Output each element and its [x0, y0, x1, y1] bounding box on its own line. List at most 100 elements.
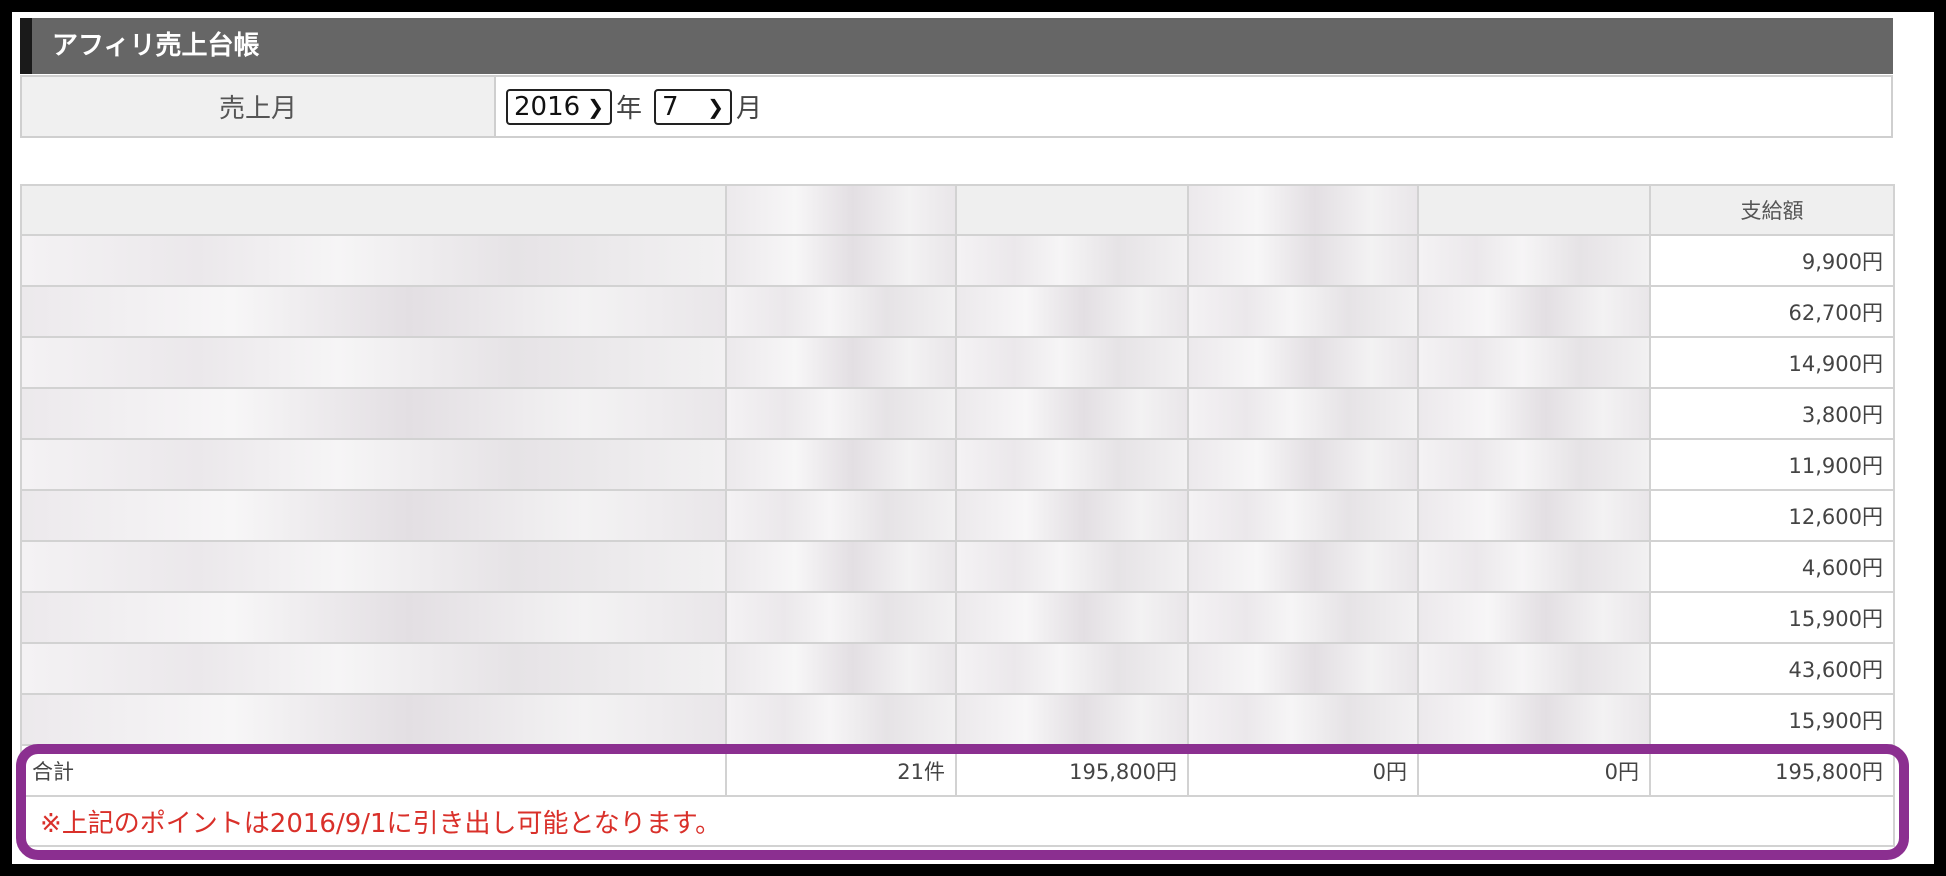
table-header-payment-amount: 支給額 — [1649, 184, 1895, 236]
payment-amount-cell: 12,600円 — [1649, 489, 1895, 542]
chevron-down-icon: ❯ — [587, 94, 604, 119]
table-header-redacted — [1417, 184, 1651, 236]
redacted-cell — [1187, 540, 1419, 593]
redacted-cell — [20, 642, 727, 695]
redacted-cell — [20, 285, 727, 338]
redacted-cell — [955, 540, 1189, 593]
redacted-cell — [1187, 642, 1419, 695]
redacted-cell — [955, 642, 1189, 695]
redacted-cell — [20, 693, 727, 746]
redacted-cell — [725, 540, 957, 593]
payment-amount-cell: 9,900円 — [1649, 234, 1895, 287]
redacted-cell — [1417, 489, 1651, 542]
month-selector-row: 売上月 2016 ❯ 年 7 ❯ 月 — [20, 75, 1893, 138]
month-unit: 月 — [736, 94, 763, 124]
redacted-cell — [1417, 693, 1651, 746]
redacted-cell — [1417, 438, 1651, 491]
redacted-cell — [20, 234, 727, 287]
redacted-cell — [20, 438, 727, 491]
withdrawal-note: ※上記のポイントは2016/9/1に引き出し可能となります。 — [20, 795, 1895, 847]
redacted-cell — [1187, 336, 1419, 389]
redacted-cell — [20, 387, 727, 440]
note-row: ※上記のポイントは2016/9/1に引き出し可能となります。 — [20, 795, 1895, 847]
payment-amount-cell: 43,600円 — [1649, 642, 1895, 695]
table-header-redacted — [955, 184, 1189, 236]
table-header-redacted — [1187, 184, 1419, 236]
month-select[interactable]: 7 ❯ — [654, 88, 733, 125]
total-count: 21件 — [725, 744, 957, 797]
redacted-cell — [955, 693, 1189, 746]
table-row: 3,800円 — [20, 387, 1895, 440]
year-select[interactable]: 2016 ❯ — [506, 88, 612, 125]
redacted-cell — [1417, 234, 1651, 287]
table-row: 11,900円 — [20, 438, 1895, 491]
redacted-cell — [20, 489, 727, 542]
month-select-value: 7 — [662, 91, 679, 122]
redacted-cell — [725, 438, 957, 491]
redacted-cell — [725, 489, 957, 542]
payment-amount-cell: 11,900円 — [1649, 438, 1895, 491]
table-header-redacted — [725, 184, 957, 236]
month-controls: 2016 ❯ 年 7 ❯ 月 — [496, 77, 1891, 136]
total-label: 合計 — [20, 744, 727, 797]
page-frame: アフィリ売上台帳 売上月 2016 ❯ 年 7 ❯ 月 支給額 9,900円 6… — [10, 10, 1936, 866]
redacted-cell — [1417, 540, 1651, 593]
redacted-cell — [20, 336, 727, 389]
year-unit: 年 — [616, 94, 643, 124]
redacted-cell — [955, 234, 1189, 287]
redacted-cell — [955, 387, 1189, 440]
redacted-cell — [1187, 387, 1419, 440]
table-row: 14,900円 — [20, 336, 1895, 389]
redacted-cell — [1417, 642, 1651, 695]
total-col4: 0円 — [1187, 744, 1419, 797]
total-row: 合計 21件 195,800円 0円 0円 195,800円 — [20, 744, 1895, 797]
total-col3: 195,800円 — [955, 744, 1189, 797]
redacted-cell — [1417, 387, 1651, 440]
redacted-cell — [725, 234, 957, 287]
redacted-cell — [955, 438, 1189, 491]
chevron-down-icon: ❯ — [707, 94, 725, 119]
redacted-cell — [955, 591, 1189, 644]
redacted-cell — [1187, 591, 1419, 644]
month-label: 売上月 — [22, 77, 496, 136]
redacted-cell — [20, 540, 727, 593]
payment-amount-cell: 4,600円 — [1649, 540, 1895, 593]
table-header-redacted — [20, 184, 727, 236]
redacted-cell — [1187, 285, 1419, 338]
redacted-cell — [1187, 234, 1419, 287]
redacted-cell — [955, 336, 1189, 389]
table-header-row: 支給額 — [20, 184, 1895, 236]
redacted-cell — [725, 285, 957, 338]
redacted-cell — [1417, 285, 1651, 338]
table-row: 4,600円 — [20, 540, 1895, 593]
payment-amount-cell: 15,900円 — [1649, 591, 1895, 644]
page-title: アフィリ売上台帳 — [20, 18, 1893, 74]
table-row: 43,600円 — [20, 642, 1895, 695]
payment-amount-cell: 15,900円 — [1649, 693, 1895, 746]
redacted-cell — [955, 489, 1189, 542]
table-row: 15,900円 — [20, 693, 1895, 746]
redacted-cell — [1417, 591, 1651, 644]
redacted-cell — [725, 591, 957, 644]
table-row: 62,700円 — [20, 285, 1895, 338]
payment-amount-cell: 3,800円 — [1649, 387, 1895, 440]
year-select-value: 2016 — [514, 91, 581, 122]
total-col5: 0円 — [1417, 744, 1651, 797]
redacted-cell — [725, 336, 957, 389]
table-row: 15,900円 — [20, 591, 1895, 644]
redacted-cell — [725, 387, 957, 440]
sales-ledger-table: 支給額 9,900円 62,700円 14,900円 3,800円 11,900… — [20, 184, 1895, 847]
table-row: 9,900円 — [20, 234, 1895, 287]
redacted-cell — [955, 285, 1189, 338]
redacted-cell — [1187, 438, 1419, 491]
payment-amount-cell: 62,700円 — [1649, 285, 1895, 338]
table-row: 12,600円 — [20, 489, 1895, 542]
redacted-cell — [725, 642, 957, 695]
redacted-cell — [1187, 693, 1419, 746]
redacted-cell — [20, 591, 727, 644]
payment-amount-cell: 14,900円 — [1649, 336, 1895, 389]
total-payment-amount: 195,800円 — [1649, 744, 1895, 797]
redacted-cell — [1187, 489, 1419, 542]
redacted-cell — [725, 693, 957, 746]
redacted-cell — [1417, 336, 1651, 389]
